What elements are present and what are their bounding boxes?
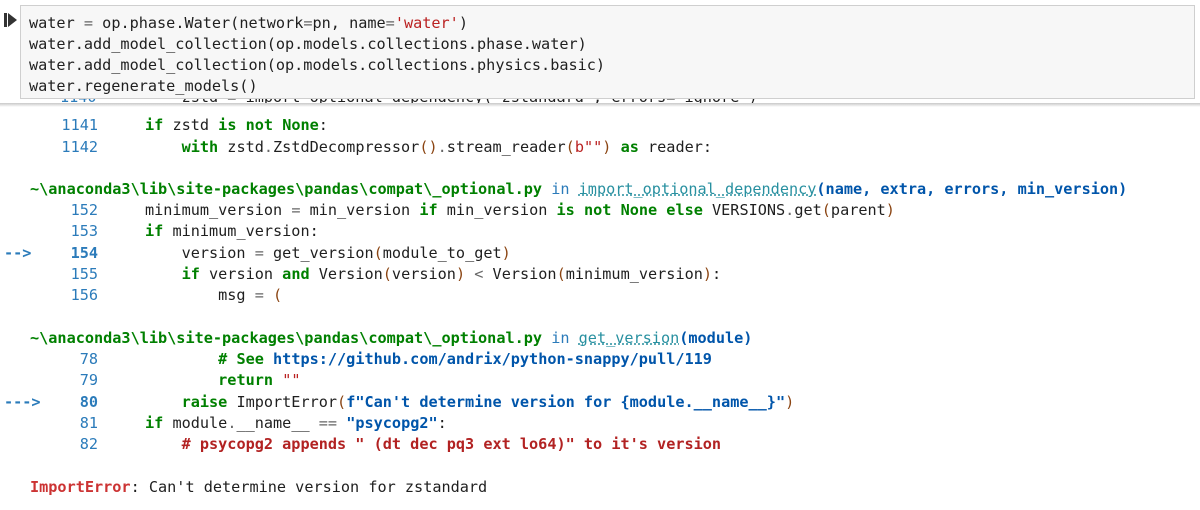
- line-number: 79: [79, 371, 98, 389]
- code-input[interactable]: water = op.phase.Water(network=pn, name=…: [20, 5, 1195, 99]
- line-number: 156: [70, 286, 98, 304]
- frame-header: ~\anaconda3\lib\site-packages\pandas\com…: [30, 179, 1127, 200]
- line-number: 82: [79, 435, 98, 453]
- run-cell-icon[interactable]: [4, 12, 18, 28]
- code-line-1: water = op.phase.Water(network=pn, name=…: [29, 14, 468, 32]
- error-message: ImportError: Can't determine version for…: [30, 477, 487, 498]
- line-number: 78: [79, 350, 98, 368]
- file-path: ~\anaconda3\lib\site-packages\pandas\com…: [30, 180, 543, 198]
- line-number: 154: [70, 244, 98, 262]
- line-number: 81: [79, 414, 98, 432]
- traceback-code-line: if version and Version(version) < Versio…: [181, 265, 722, 283]
- in-keyword: in: [551, 329, 570, 347]
- traceback-code-line: if minimum_version:: [145, 222, 319, 240]
- function-args: (module): [679, 329, 753, 347]
- in-keyword: in: [551, 180, 570, 198]
- traceback-code-line: if module.__name__ == "psycopg2":: [145, 414, 447, 432]
- function-name[interactable]: get_version: [579, 329, 680, 347]
- file-path: ~\anaconda3\lib\site-packages\pandas\com…: [30, 329, 543, 347]
- line-number: 153: [70, 222, 98, 240]
- traceback-code-line: minimum_version = min_version if min_ver…: [145, 201, 895, 219]
- code-line-3: water.add_model_collection(op.models.col…: [29, 56, 606, 74]
- frame-header: ~\anaconda3\lib\site-packages\pandas\com…: [30, 328, 752, 349]
- error-text: : Can't determine version for zstandard: [130, 478, 488, 496]
- traceback-code-line: with zstd.ZstdDecompressor().stream_read…: [181, 138, 713, 156]
- function-name[interactable]: import_optional_dependency: [579, 180, 817, 198]
- line-number: 1142: [61, 138, 98, 156]
- line-number: 80: [79, 393, 98, 411]
- line-number: 155: [70, 265, 98, 283]
- traceback-code-line: raise ImportError(f"Can't determine vers…: [181, 393, 795, 411]
- code-line-4: water.regenerate_models(): [29, 77, 258, 95]
- traceback-code-line: msg = (: [145, 286, 283, 304]
- traceback-code-line: version = get_version(module_to_get): [145, 244, 511, 262]
- code-cell[interactable]: water = op.phase.Water(network=pn, name=…: [0, 0, 1200, 106]
- traceback-code-line: return "": [218, 371, 301, 389]
- traceback-code-line: # psycopg2 appends " (dt dec pq3 ext lo6…: [181, 435, 722, 453]
- traceback-code-line: if zstd is not None:: [145, 116, 328, 134]
- error-type: ImportError: [30, 478, 131, 496]
- line-number: 1141: [61, 116, 98, 134]
- code-line-2: water.add_model_collection(op.models.col…: [29, 35, 587, 53]
- traceback-code-line: # See https://github.com/andrix/python-s…: [218, 350, 712, 368]
- cell-divider-shadow: [0, 103, 1200, 107]
- function-args: (name, extra, errors, min_version): [816, 180, 1128, 198]
- line-number: 152: [70, 201, 98, 219]
